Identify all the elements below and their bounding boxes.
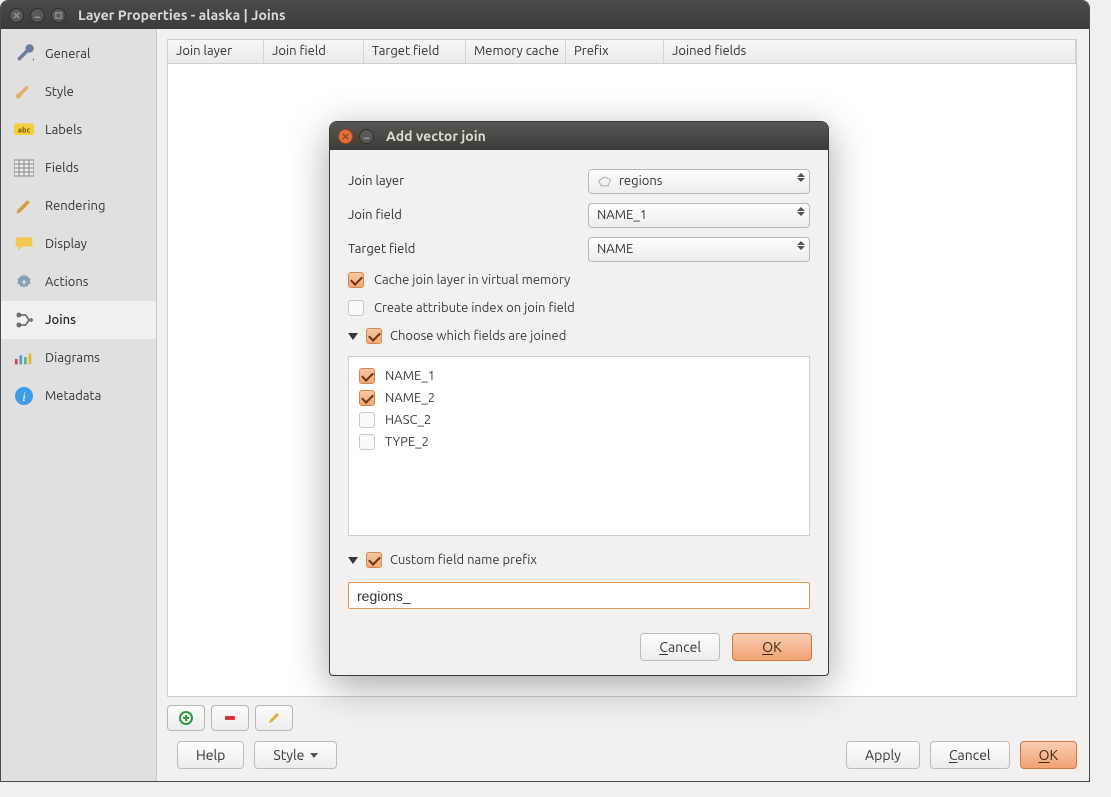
col-joined-fields[interactable]: Joined fields	[664, 40, 1076, 63]
gear-icon	[13, 271, 35, 293]
dialog-minimize-icon[interactable]	[359, 129, 374, 144]
choose-fields-checkbox[interactable]	[366, 328, 382, 344]
field-choice-item[interactable]: HASC_2	[359, 409, 799, 431]
cancel-button[interactable]: Cancel	[930, 741, 1010, 769]
sidebar-item-labels[interactable]: abc Labels	[1, 111, 156, 149]
add-vector-join-dialog: Add vector join Join layer regions Join …	[329, 121, 829, 676]
info-icon: i	[13, 385, 35, 407]
sidebar-item-general[interactable]: General	[1, 35, 156, 73]
label-custom-prefix: Custom field name prefix	[390, 553, 537, 567]
speech-bubble-icon	[13, 233, 35, 255]
sidebar-item-label: Display	[45, 237, 87, 251]
create-index-checkbox[interactable]	[348, 300, 364, 316]
brush-icon	[13, 195, 35, 217]
sidebar-item-label: Metadata	[45, 389, 101, 403]
col-join-field[interactable]: Join field	[264, 40, 364, 63]
sidebar-item-fields[interactable]: Fields	[1, 149, 156, 187]
join-layer-combo[interactable]: regions	[588, 169, 810, 194]
label-choose-fields: Choose which fields are joined	[390, 329, 566, 343]
minimize-window-icon[interactable]	[30, 8, 45, 23]
edit-join-button[interactable]	[255, 705, 293, 731]
sidebar-item-metadata[interactable]: i Metadata	[1, 377, 156, 415]
label-cache: Cache join layer in virtual memory	[374, 273, 570, 287]
svg-text:i: i	[22, 389, 26, 404]
apply-button[interactable]: Apply	[846, 741, 920, 769]
sidebar-item-joins[interactable]: Joins	[1, 301, 156, 339]
field-choice-item[interactable]: TYPE_2	[359, 431, 799, 453]
chart-icon	[13, 347, 35, 369]
paintbrush-icon	[13, 81, 35, 103]
sidebar-item-label: Diagrams	[45, 351, 100, 365]
sidebar-item-rendering[interactable]: Rendering	[1, 187, 156, 225]
sidebar-item-label: Rendering	[45, 199, 105, 213]
target-field-combo[interactable]: NAME	[588, 237, 810, 262]
add-join-button[interactable]	[167, 705, 205, 731]
sidebar-item-actions[interactable]: Actions	[1, 263, 156, 301]
dialog-cancel-button[interactable]: Cancel	[640, 633, 720, 661]
field-checkbox[interactable]	[359, 390, 375, 406]
field-checkbox[interactable]	[359, 434, 375, 450]
ok-button[interactable]: OK	[1020, 741, 1077, 769]
col-memory-cache[interactable]: Memory cache	[466, 40, 566, 63]
dialog-close-icon[interactable]	[338, 129, 353, 144]
label-join-layer: Join layer	[348, 174, 588, 188]
properties-sidebar: General Style abc Labels Fields Renderin…	[1, 29, 157, 781]
dialog-title: Add vector join	[386, 128, 486, 144]
sidebar-item-style[interactable]: Style	[1, 73, 156, 111]
chevron-down-icon	[310, 753, 318, 758]
help-button[interactable]: Help	[177, 741, 244, 769]
expander-triangle-icon[interactable]	[348, 557, 358, 564]
sidebar-item-label: Labels	[45, 123, 82, 137]
col-prefix[interactable]: Prefix	[566, 40, 664, 63]
maximize-window-icon[interactable]	[51, 8, 66, 23]
label-create-index: Create attribute index on join field	[374, 301, 575, 315]
field-checkbox[interactable]	[359, 412, 375, 428]
joins-icon	[13, 309, 35, 331]
style-dropdown[interactable]: Style	[254, 741, 337, 769]
col-join-layer[interactable]: Join layer	[168, 40, 264, 63]
sidebar-item-display[interactable]: Display	[1, 225, 156, 263]
field-choice-list[interactable]: NAME_1 NAME_2 HASC_2 TYPE_2	[348, 356, 810, 536]
custom-prefix-checkbox[interactable]	[366, 552, 382, 568]
sidebar-item-label: General	[45, 47, 90, 61]
window-title: Layer Properties - alaska | Joins	[78, 7, 286, 23]
col-target-field[interactable]: Target field	[364, 40, 466, 63]
joins-table-header: Join layer Join field Target field Memor…	[168, 40, 1076, 64]
wrench-icon	[13, 43, 35, 65]
field-choice-item[interactable]: NAME_1	[359, 365, 799, 387]
close-window-icon[interactable]	[9, 8, 24, 23]
prefix-input[interactable]	[348, 582, 810, 609]
sidebar-item-diagrams[interactable]: Diagrams	[1, 339, 156, 377]
sidebar-item-label: Style	[45, 85, 74, 99]
grid-icon	[13, 157, 35, 179]
label-target-field: Target field	[348, 242, 588, 256]
dialog-ok-button[interactable]: OK	[732, 633, 812, 661]
polygon-layer-icon	[597, 174, 613, 188]
sidebar-item-label: Joins	[45, 313, 76, 327]
sidebar-item-label: Fields	[45, 161, 79, 175]
label-join-field: Join field	[348, 208, 588, 222]
joins-toolbar	[167, 705, 1077, 731]
expander-triangle-icon[interactable]	[348, 333, 358, 340]
sidebar-item-label: Actions	[45, 275, 88, 289]
join-field-combo[interactable]: NAME_1	[588, 203, 810, 228]
cache-checkbox[interactable]	[348, 272, 364, 288]
field-choice-item[interactable]: NAME_2	[359, 387, 799, 409]
svg-text:abc: abc	[18, 127, 31, 135]
remove-join-button[interactable]	[211, 705, 249, 731]
field-checkbox[interactable]	[359, 368, 375, 384]
abc-label-icon: abc	[13, 119, 35, 141]
main-titlebar: Layer Properties - alaska | Joins	[1, 1, 1089, 29]
